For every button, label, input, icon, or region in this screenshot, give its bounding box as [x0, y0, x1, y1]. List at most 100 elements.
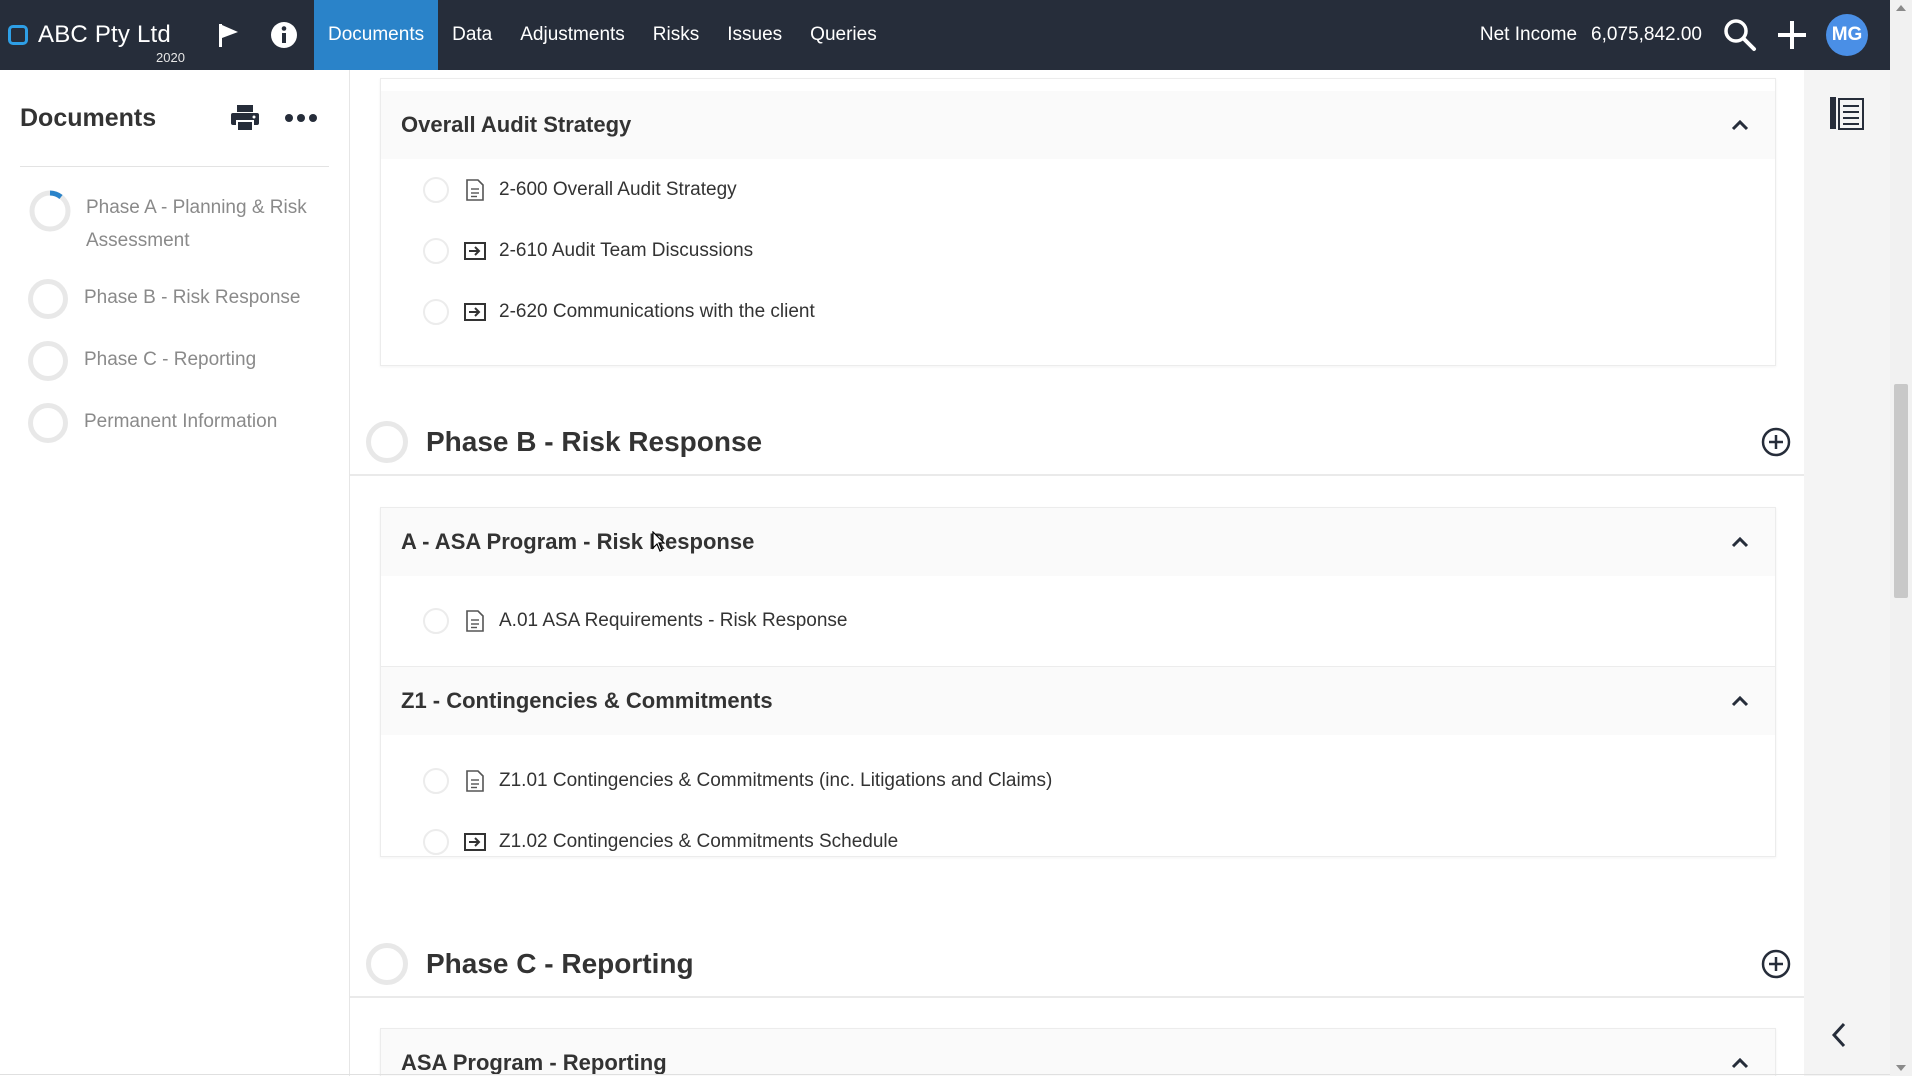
sidebar-header: Documents — [0, 70, 349, 166]
status-checkbox[interactable] — [423, 176, 449, 203]
right-rail — [1804, 70, 1890, 1076]
document-label: 2-620 Communications with the client — [499, 300, 815, 322]
phase-title: Phase C - Reporting — [426, 948, 694, 979]
company-name: ABC Pty Ltd — [38, 21, 171, 48]
documents-sidebar: Documents Phase A - Planning & Risk Asse… — [0, 70, 350, 1076]
more-options-button[interactable] — [273, 98, 329, 138]
scroll-thumb[interactable] — [1894, 384, 1908, 598]
tab-queries[interactable]: Queries — [796, 0, 891, 70]
sidebar-actions — [217, 98, 329, 138]
company-icon — [8, 25, 28, 45]
section-title: ASA Program - Reporting — [401, 1050, 667, 1075]
collapse-rail-button[interactable] — [1814, 1010, 1864, 1060]
document-row[interactable]: 2-600 Overall Audit Strategy — [381, 159, 1775, 220]
toggle-panel-button[interactable] — [1822, 88, 1872, 138]
flag-icon — [219, 24, 238, 47]
document-row[interactable]: Z1.02 Contingencies & Commitments Schedu… — [381, 811, 1775, 872]
page-scrollbar[interactable] — [1890, 0, 1912, 1076]
status-checkbox[interactable] — [423, 767, 449, 794]
progress-ring-icon — [29, 190, 71, 232]
status-checkbox[interactable] — [423, 608, 449, 634]
section-header[interactable]: Z1 - Contingencies & Commitments — [381, 667, 1775, 735]
section-title: A - ASA Program - Risk Response — [401, 529, 755, 554]
info-button[interactable] — [256, 0, 312, 70]
collapse-button[interactable] — [1725, 110, 1755, 140]
printer-icon — [231, 105, 259, 132]
link-document-icon — [463, 830, 487, 854]
collapse-button[interactable] — [1725, 527, 1755, 557]
sidebar-item-permanent-info[interactable]: Permanent Information — [0, 403, 349, 443]
sidebar-item-phase-a[interactable]: Phase A - Planning & Risk Assessment — [0, 189, 349, 257]
progress-ring-icon — [366, 943, 408, 985]
section-title: Overall Audit Strategy — [401, 112, 632, 137]
document-icon — [463, 609, 487, 633]
phase-divider — [350, 474, 1804, 476]
document-label: 2-610 Audit Team Discussions — [499, 239, 754, 261]
phase-header-b[interactable]: Phase B - Risk Response — [366, 410, 1804, 474]
section-card-phase-c: ASA Program - Reporting — [380, 1028, 1776, 1076]
topbar-right: Net Income 6,075,842.00 MG — [1480, 0, 1912, 70]
chevron-up-icon — [1731, 1057, 1749, 1069]
document-row[interactable]: 2-610 Audit Team Discussions — [381, 220, 1775, 281]
progress-ring-icon — [28, 341, 68, 381]
collapse-button[interactable] — [1725, 1048, 1755, 1076]
user-avatar[interactable]: MG — [1826, 14, 1868, 56]
plus-circle-icon — [1761, 949, 1791, 979]
tab-risks[interactable]: Risks — [639, 0, 713, 70]
chevron-up-icon — [1731, 536, 1749, 548]
chevron-left-icon — [1831, 1022, 1846, 1048]
plus-icon — [1778, 21, 1806, 49]
main-nav: Documents Data Adjustments Risks Issues … — [314, 0, 891, 70]
section-title: Z1 - Contingencies & Commitments — [401, 688, 773, 713]
tab-adjustments[interactable]: Adjustments — [506, 0, 639, 70]
sidebar-title: Documents — [20, 103, 157, 132]
status-checkbox[interactable] — [423, 237, 449, 264]
search-button[interactable] — [1714, 0, 1766, 70]
chevron-up-icon — [1731, 119, 1749, 131]
section-header[interactable]: Overall Audit Strategy — [381, 91, 1775, 159]
document-label: 2-600 Overall Audit Strategy — [499, 178, 737, 200]
section-card-phase-b: A - ASA Program - Risk Response A.01 ASA… — [380, 507, 1776, 857]
document-label: Z1.01 Contingencies & Commitments (inc. … — [499, 769, 1053, 791]
tab-documents[interactable]: Documents — [314, 0, 439, 70]
sidebar-item-phase-c[interactable]: Phase C - Reporting — [0, 341, 349, 381]
progress-ring-icon — [366, 421, 408, 463]
status-checkbox[interactable] — [423, 298, 449, 325]
chevron-up-icon — [1731, 695, 1749, 707]
add-button[interactable] — [1766, 0, 1818, 70]
sidebar-item-label: Phase A - Planning & Risk Assessment — [86, 197, 307, 251]
columns-icon — [1830, 97, 1864, 130]
phase-header-c[interactable]: Phase C - Reporting — [366, 932, 1804, 996]
phase-divider — [350, 996, 1804, 998]
collapse-button[interactable] — [1725, 686, 1755, 716]
info-icon — [271, 22, 297, 48]
add-section-button[interactable] — [1760, 426, 1792, 458]
net-income-value: 6,075,842.00 — [1591, 24, 1702, 45]
status-checkbox[interactable] — [423, 828, 449, 855]
sidebar-item-phase-b[interactable]: Phase B - Risk Response — [0, 279, 349, 319]
tab-data[interactable]: Data — [438, 0, 506, 70]
link-document-icon — [463, 300, 487, 324]
section-header[interactable]: ASA Program - Reporting — [381, 1029, 1775, 1076]
scroll-down-icon[interactable] — [1896, 1065, 1906, 1071]
phase-list: Phase A - Planning & Risk Assessment Pha… — [0, 167, 349, 443]
document-label: A.01 ASA Requirements - Risk Response — [499, 610, 848, 631]
documents-main: Overall Audit Strategy 2-600 Overall Aud… — [350, 70, 1804, 1076]
document-row[interactable]: Z1.01 Contingencies & Commitments (inc. … — [381, 750, 1775, 811]
net-income-label: Net Income — [1479, 24, 1578, 45]
add-section-button[interactable] — [1760, 948, 1792, 980]
top-bar: ABC Pty Ltd 2020 Documents Data Adjustme… — [0, 0, 1912, 70]
tab-issues[interactable]: Issues — [713, 0, 796, 70]
document-row[interactable]: A.01 ASA Requirements - Risk Response — [381, 576, 1775, 666]
document-icon — [463, 178, 487, 202]
print-button[interactable] — [217, 98, 273, 138]
scroll-up-icon[interactable] — [1896, 5, 1906, 11]
company-switcher[interactable]: ABC Pty Ltd 2020 — [0, 0, 200, 70]
sidebar-item-label: Permanent Information — [84, 411, 278, 432]
section-card-overall-audit-strategy: Overall Audit Strategy 2-600 Overall Aud… — [380, 78, 1776, 366]
document-row[interactable]: 2-620 Communications with the client — [381, 281, 1775, 342]
progress-ring-icon — [28, 279, 68, 319]
section-header[interactable]: A - ASA Program - Risk Response — [381, 508, 1775, 576]
flag-button[interactable] — [200, 0, 256, 70]
bottom-border — [0, 1074, 1890, 1075]
